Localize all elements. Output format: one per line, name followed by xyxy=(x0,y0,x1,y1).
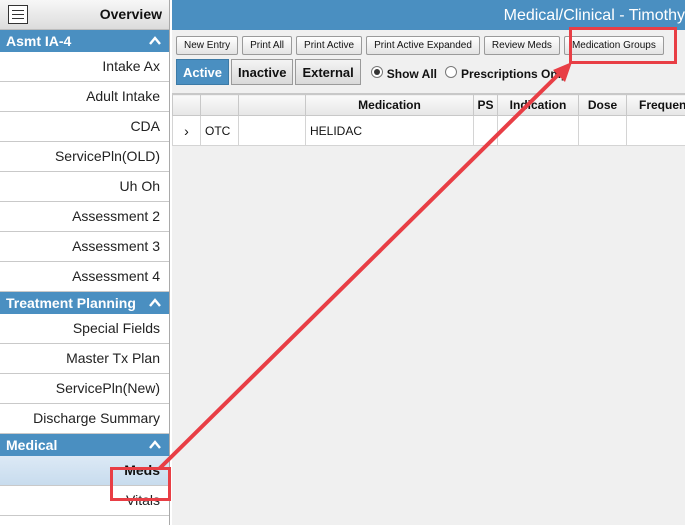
medication-grid: Medication PS Indication Dose Frequency … xyxy=(172,93,685,146)
sidebar-item-assessment-2[interactable]: Assessment 2 xyxy=(0,202,169,232)
sidebar-item-special-fields[interactable]: Special Fields xyxy=(0,314,169,344)
sidebar-item-cda[interactable]: CDA xyxy=(0,112,169,142)
chevron-up-icon xyxy=(149,36,161,45)
section-title: Medical xyxy=(6,437,58,453)
section-asmt-ia-4[interactable]: Asmt IA-4 xyxy=(0,30,169,52)
print-all-button[interactable]: Print All xyxy=(242,36,293,55)
cell-indication xyxy=(497,115,579,146)
show-all-radio[interactable] xyxy=(370,66,383,78)
prescriptions-only-radio[interactable] xyxy=(445,66,457,78)
sidebar-item-master-tx-plan[interactable]: Master Tx Plan xyxy=(0,344,169,374)
section-title: Treatment Planning xyxy=(6,295,136,311)
show-all-label: Show All xyxy=(386,67,437,81)
sidebar-item-adult-intake[interactable]: Adult Intake xyxy=(0,82,169,112)
highlight-box-medication-groups xyxy=(569,27,677,64)
table-row[interactable]: › OTC HELIDAC xyxy=(172,115,685,146)
cell-type: OTC xyxy=(200,115,239,146)
print-active-button[interactable]: Print Active xyxy=(296,36,363,55)
tab-inactive[interactable]: Inactive xyxy=(231,59,294,85)
highlight-box-meds xyxy=(110,467,171,501)
sidebar-item-assessment-3[interactable]: Assessment 3 xyxy=(0,232,169,262)
cell-frequency xyxy=(626,115,685,146)
tab-active[interactable]: Active xyxy=(176,59,230,85)
sidebar-item-discharge-summary[interactable]: Discharge Summary xyxy=(0,404,169,434)
cell-dose xyxy=(578,115,627,146)
column-header-indication[interactable]: Indication xyxy=(497,94,579,116)
column-header-blank xyxy=(238,94,306,116)
section-title: Asmt IA-4 xyxy=(6,33,72,49)
sidebar: Overview Asmt IA-4 Intake Ax Adult Intak… xyxy=(0,0,170,525)
sidebar-item-servicepln-old[interactable]: ServicePln(OLD) xyxy=(0,142,169,172)
cell-medication: HELIDAC xyxy=(305,115,474,146)
chevron-up-icon xyxy=(149,440,161,449)
section-treatment-planning[interactable]: Treatment Planning xyxy=(0,292,169,314)
list-icon xyxy=(8,5,28,24)
column-header-medication[interactable]: Medication xyxy=(305,94,474,116)
main-panel: Medical/Clinical - Timothy New Entry Prin… xyxy=(172,0,685,525)
tab-external[interactable]: External xyxy=(295,59,361,85)
sidebar-item-assessment-4[interactable]: Assessment 4 xyxy=(0,262,169,292)
column-header-expander xyxy=(172,94,201,116)
page-title-bar: Medical/Clinical - Timothy xyxy=(172,0,685,30)
sidebar-item-uh-oh[interactable]: Uh Oh xyxy=(0,172,169,202)
print-active-expanded-button[interactable]: Print Active Expanded xyxy=(366,36,480,55)
overview-label: Overview xyxy=(99,6,162,22)
column-header-ps[interactable]: PS xyxy=(473,94,498,116)
review-meds-button[interactable]: Review Meds xyxy=(483,36,560,55)
chevron-up-icon xyxy=(149,298,161,307)
sidebar-item-intake-ax[interactable]: Intake Ax xyxy=(0,52,169,82)
prescriptions-only-label: Prescriptions Only xyxy=(461,67,568,81)
page-title: Medical/Clinical - Timothy xyxy=(503,7,685,24)
column-header-frequency[interactable]: Frequency xyxy=(626,94,685,116)
tab-bar: Active Inactive External Show All Prescripti… xyxy=(176,59,568,85)
overview-item[interactable]: Overview xyxy=(0,0,169,30)
sidebar-item-servicepln-new[interactable]: ServicePln(New) xyxy=(0,374,169,404)
new-entry-button[interactable]: New Entry xyxy=(176,36,239,55)
column-header-dose[interactable]: Dose xyxy=(578,94,627,116)
row-expand-icon[interactable]: › xyxy=(172,115,201,146)
cell-blank xyxy=(238,115,306,146)
grid-header-row: Medication PS Indication Dose Frequency xyxy=(172,94,685,116)
section-medical[interactable]: Medical xyxy=(0,434,169,456)
column-header-type xyxy=(200,94,239,116)
cell-ps xyxy=(473,115,498,146)
